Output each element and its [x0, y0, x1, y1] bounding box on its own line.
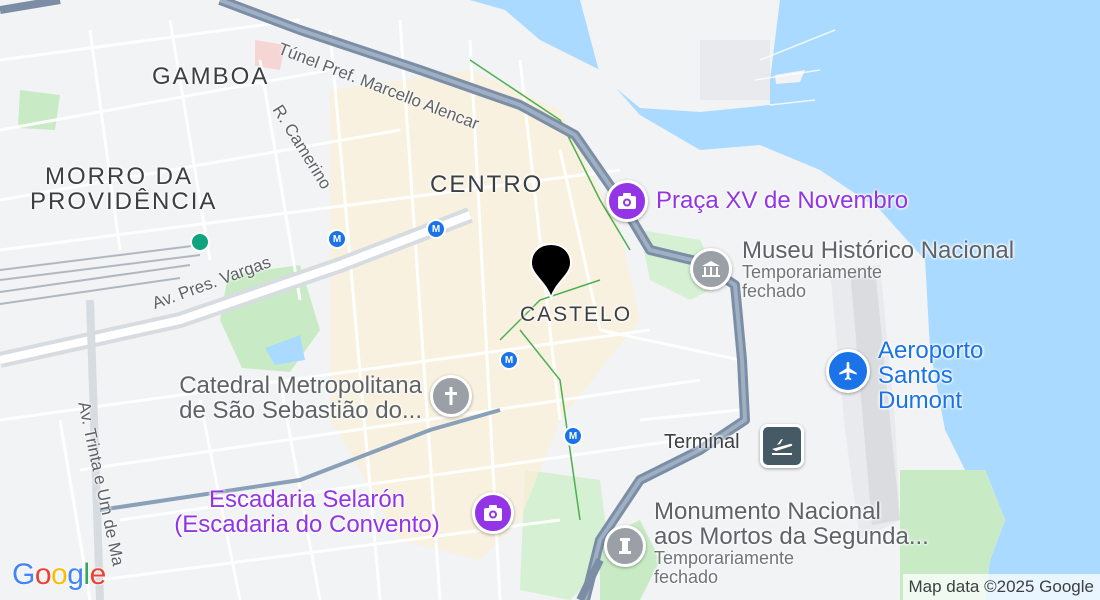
- poi-pin-monumento[interactable]: [604, 525, 646, 567]
- camera-icon: [484, 505, 502, 521]
- metro-station-icon[interactable]: M: [426, 219, 446, 239]
- museum-icon: [702, 261, 720, 277]
- poi-name: Museu Histórico Nacional: [742, 237, 1015, 264]
- poi-name-line: aos Mortos da Segunda...: [654, 523, 929, 551]
- metro-station-icon[interactable]: M: [563, 426, 583, 446]
- airplane-icon: [839, 361, 857, 381]
- poi-name-line: Dumont: [878, 387, 963, 415]
- monument-icon: [619, 538, 631, 554]
- poi-status: Temporariamente: [654, 548, 795, 569]
- map-attribution[interactable]: Map data ©2025 Google: [902, 574, 1100, 600]
- poi-pin-museu[interactable]: [690, 248, 732, 290]
- poi-label-praca-xv[interactable]: Praça XV de Novembro: [656, 188, 908, 213]
- district-label-centro: CENTRO: [430, 171, 544, 198]
- district-label-line: PROVIDÊNCIA: [30, 188, 218, 216]
- logo-letter: G: [12, 558, 35, 591]
- poi-label-catedral[interactable]: Catedral Metropolitana de São Sebastião …: [138, 373, 422, 423]
- district-label-morro-da-providencia: MORRO DA PROVIDÊNCIA: [30, 163, 215, 214]
- district-label-gamboa: GAMBOA: [152, 63, 270, 90]
- logo-letter: o: [51, 558, 68, 591]
- poi-name-line: (Escadaria do Convento): [174, 511, 440, 539]
- poi-name-line: de São Sebastião do...: [179, 397, 422, 425]
- poi-label-museu[interactable]: Museu Histórico Nacional Temporariamente…: [742, 238, 1014, 301]
- poi-status: fechado: [654, 567, 719, 588]
- location-pin-icon[interactable]: [528, 242, 574, 300]
- poi-label-selaron[interactable]: Escadaria Selarón (Escadaria do Convento…: [152, 487, 462, 537]
- poi-pin-selaron[interactable]: [472, 492, 514, 534]
- poi-name-line: Santos: [878, 362, 953, 390]
- google-logo: Google: [12, 558, 106, 592]
- district-label-castelo: CASTELO: [520, 303, 633, 326]
- poi-name-line: Aeroporto: [878, 337, 984, 364]
- poi-status: fechado: [742, 281, 807, 302]
- district-label-line: MORRO DA: [45, 163, 193, 190]
- map-canvas[interactable]: GAMBOA MORRO DA PROVIDÊNCIA CENTRO CASTE…: [0, 0, 1100, 600]
- poi-pin-terminal[interactable]: [760, 424, 804, 468]
- logo-letter: g: [67, 558, 84, 591]
- airport-terminal-icon: [772, 439, 793, 455]
- train-station-icon[interactable]: [190, 232, 210, 252]
- poi-name-line: Catedral Metropolitana: [179, 372, 422, 399]
- logo-letter: e: [89, 558, 107, 591]
- metro-station-icon[interactable]: M: [499, 350, 519, 370]
- poi-name-line: Monumento Nacional: [654, 498, 881, 525]
- poi-name-line: Escadaria Selarón: [208, 486, 406, 513]
- logo-letter: o: [34, 558, 52, 591]
- poi-label-aeroporto[interactable]: Aeroporto Santos Dumont: [878, 338, 983, 414]
- poi-pin-aeroporto[interactable]: [826, 349, 870, 393]
- camera-icon: [618, 193, 636, 209]
- poi-pin-catedral[interactable]: [430, 375, 472, 417]
- metro-station-icon[interactable]: M: [327, 229, 347, 249]
- church-icon: [445, 387, 457, 405]
- poi-status: Temporariamente: [742, 262, 883, 283]
- poi-label-terminal[interactable]: Terminal: [664, 432, 740, 453]
- poi-pin-praca-xv[interactable]: [606, 180, 648, 222]
- poi-label-monumento[interactable]: Monumento Nacional aos Mortos da Segunda…: [654, 499, 929, 587]
